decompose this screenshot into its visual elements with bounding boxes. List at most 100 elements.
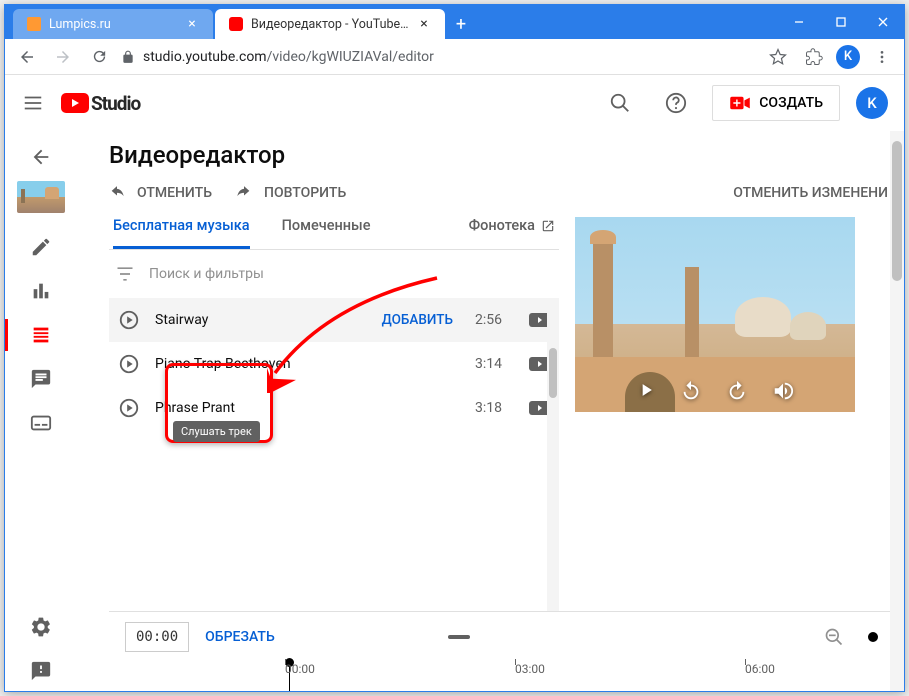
track-row[interactable]: Stairway ДОБАВИТЬ 2:56 xyxy=(109,298,559,342)
tab-close-icon[interactable]: × xyxy=(417,17,431,31)
sidebar-details-icon[interactable] xyxy=(17,227,65,267)
tracklist-scrollbar[interactable] xyxy=(547,298,559,611)
nav-back-button[interactable] xyxy=(13,43,41,71)
sidebar-settings-icon[interactable] xyxy=(17,607,65,647)
create-icon xyxy=(729,95,751,111)
maximize-button[interactable] xyxy=(820,5,862,39)
url-host: studio.youtube.com/video/kgWIUZIAVal/edi… xyxy=(143,49,434,65)
trim-button[interactable]: ОБРЕЗАТЬ xyxy=(205,629,275,645)
track-duration: 3:18 xyxy=(475,400,515,416)
sidebar xyxy=(5,131,77,691)
browser-window: Lumpics.ru × Видеоредактор - YouTube Stu… xyxy=(4,4,905,692)
preview-play-icon[interactable] xyxy=(636,380,656,402)
main-scrollbar[interactable] xyxy=(890,131,904,691)
extensions-button[interactable] xyxy=(800,43,828,71)
preview-rewind-icon[interactable] xyxy=(680,380,702,402)
editor-split: Бесплатная музыка Помеченные Фонотека По… xyxy=(109,217,904,611)
play-track-tooltip: Слушать трек xyxy=(173,421,260,442)
tab-library[interactable]: Фонотека xyxy=(469,217,555,249)
hamburger-menu-button[interactable] xyxy=(21,91,45,115)
account-avatar[interactable]: K xyxy=(856,87,888,119)
logo-text: Studio xyxy=(91,92,140,115)
help-button[interactable] xyxy=(656,83,696,123)
tab-close-icon[interactable]: × xyxy=(185,17,199,31)
time-display[interactable]: 00:00 xyxy=(125,622,189,652)
music-tabs: Бесплатная музыка Помеченные Фонотека xyxy=(109,217,559,250)
track-name: Stairway xyxy=(155,312,368,328)
youtube-play-icon xyxy=(61,93,89,113)
studio-logo[interactable]: Studio xyxy=(61,92,140,115)
favicon xyxy=(229,17,243,31)
track-list: Stairway ДОБАВИТЬ 2:56 Piano Trap Beethoven… xyxy=(109,298,559,611)
create-button[interactable]: СОЗДАТЬ xyxy=(712,85,840,121)
ruler-mark: 03:00 xyxy=(515,662,545,676)
track-name: Phrase Prant xyxy=(155,400,461,416)
play-track-button[interactable] xyxy=(117,308,141,332)
page-title: Видеоредактор xyxy=(109,141,904,169)
editor-body: Видеоредактор ОТМЕНИТЬ ПОВТОРИТЬ ОТМЕНИТ… xyxy=(5,131,904,691)
music-panel: Бесплатная музыка Помеченные Фонотека По… xyxy=(109,217,559,611)
url-bar[interactable]: studio.youtube.com/video/kgWIUZIAVal/edi… xyxy=(121,49,756,65)
title-bar: Lumpics.ru × Видеоредактор - YouTube Stu… xyxy=(5,5,904,39)
timeline: 00:00 ОБРЕЗАТЬ 00:00 03:00 06:00 xyxy=(109,611,894,691)
profile-avatar[interactable]: K xyxy=(836,45,860,69)
preview-controls xyxy=(575,380,855,402)
track-name: Piano Trap Beethoven xyxy=(155,356,461,372)
close-button[interactable] xyxy=(862,5,904,39)
browser-tab-active[interactable]: Видеоредактор - YouTube Studi × xyxy=(215,9,445,39)
ruler-mark: 00:00 xyxy=(285,662,315,676)
tab-strip: Lumpics.ru × Видеоредактор - YouTube Stu… xyxy=(5,5,778,39)
timeline-ruler[interactable]: 00:00 03:00 06:00 xyxy=(205,662,878,686)
create-label: СОЗДАТЬ xyxy=(759,95,823,111)
video-preview[interactable] xyxy=(575,217,855,412)
add-track-button[interactable]: ДОБАВИТЬ xyxy=(382,312,461,328)
discard-changes-button[interactable]: ОТМЕНИТЬ ИЗМЕНЕНИ xyxy=(733,185,888,201)
timeline-drag-handle[interactable] xyxy=(448,635,470,639)
studio-header: Studio СОЗДАТЬ K xyxy=(5,75,904,131)
new-tab-button[interactable]: + xyxy=(447,9,475,39)
tab-free-music[interactable]: Бесплатная музыка xyxy=(113,217,250,249)
undo-button[interactable]: ОТМЕНИТЬ xyxy=(109,185,212,201)
main-area: Видеоредактор ОТМЕНИТЬ ПОВТОРИТЬ ОТМЕНИТ… xyxy=(77,131,904,691)
preview-volume-icon[interactable] xyxy=(772,380,794,402)
lock-icon xyxy=(121,50,135,64)
favicon xyxy=(27,17,41,31)
track-duration: 2:56 xyxy=(475,312,515,328)
browser-tab-inactive[interactable]: Lumpics.ru × xyxy=(13,9,213,39)
external-link-icon xyxy=(541,219,555,233)
sidebar-feedback-icon[interactable] xyxy=(17,651,65,691)
sidebar-editor-icon[interactable] xyxy=(17,315,65,355)
track-duration: 3:14 xyxy=(475,356,515,372)
sidebar-analytics-icon[interactable] xyxy=(17,271,65,311)
sidebar-comments-icon[interactable] xyxy=(17,359,65,399)
search-row[interactable]: Поиск и фильтры xyxy=(109,250,559,298)
nav-forward-button[interactable] xyxy=(49,43,77,71)
zoom-slider-handle[interactable] xyxy=(868,632,878,642)
video-thumbnail[interactable] xyxy=(17,181,65,213)
redo-button[interactable]: ПОВТОРИТЬ xyxy=(236,185,346,201)
tab-starred[interactable]: Помеченные xyxy=(282,217,371,249)
track-row[interactable]: Piano Trap Beethoven 3:14 xyxy=(109,342,559,386)
address-bar: studio.youtube.com/video/kgWIUZIAVal/edi… xyxy=(5,39,904,75)
back-button[interactable] xyxy=(21,137,61,177)
page-content: Studio СОЗДАТЬ K xyxy=(5,75,904,691)
minimize-button[interactable] xyxy=(778,5,820,39)
undo-icon xyxy=(109,185,129,201)
tab-title: Lumpics.ru xyxy=(49,17,177,32)
sidebar-subtitles-icon[interactable] xyxy=(17,403,65,443)
window-controls xyxy=(778,5,904,39)
redo-icon xyxy=(236,185,256,201)
star-button[interactable] xyxy=(764,43,792,71)
kebab-menu-button[interactable] xyxy=(868,43,896,71)
filter-icon xyxy=(115,264,135,284)
undo-redo-bar: ОТМЕНИТЬ ПОВТОРИТЬ ОТМЕНИТЬ ИЗМЕНЕНИ xyxy=(109,185,904,201)
tab-title: Видеоредактор - YouTube Studi xyxy=(251,17,409,32)
reload-button[interactable] xyxy=(85,43,113,71)
play-track-button[interactable] xyxy=(117,352,141,376)
search-button[interactable] xyxy=(600,83,640,123)
ruler-mark: 06:00 xyxy=(745,662,775,676)
search-placeholder: Поиск и фильтры xyxy=(149,266,264,282)
zoom-out-button[interactable] xyxy=(824,627,844,647)
preview-forward-icon[interactable] xyxy=(726,380,748,402)
play-track-button[interactable] xyxy=(117,396,141,420)
